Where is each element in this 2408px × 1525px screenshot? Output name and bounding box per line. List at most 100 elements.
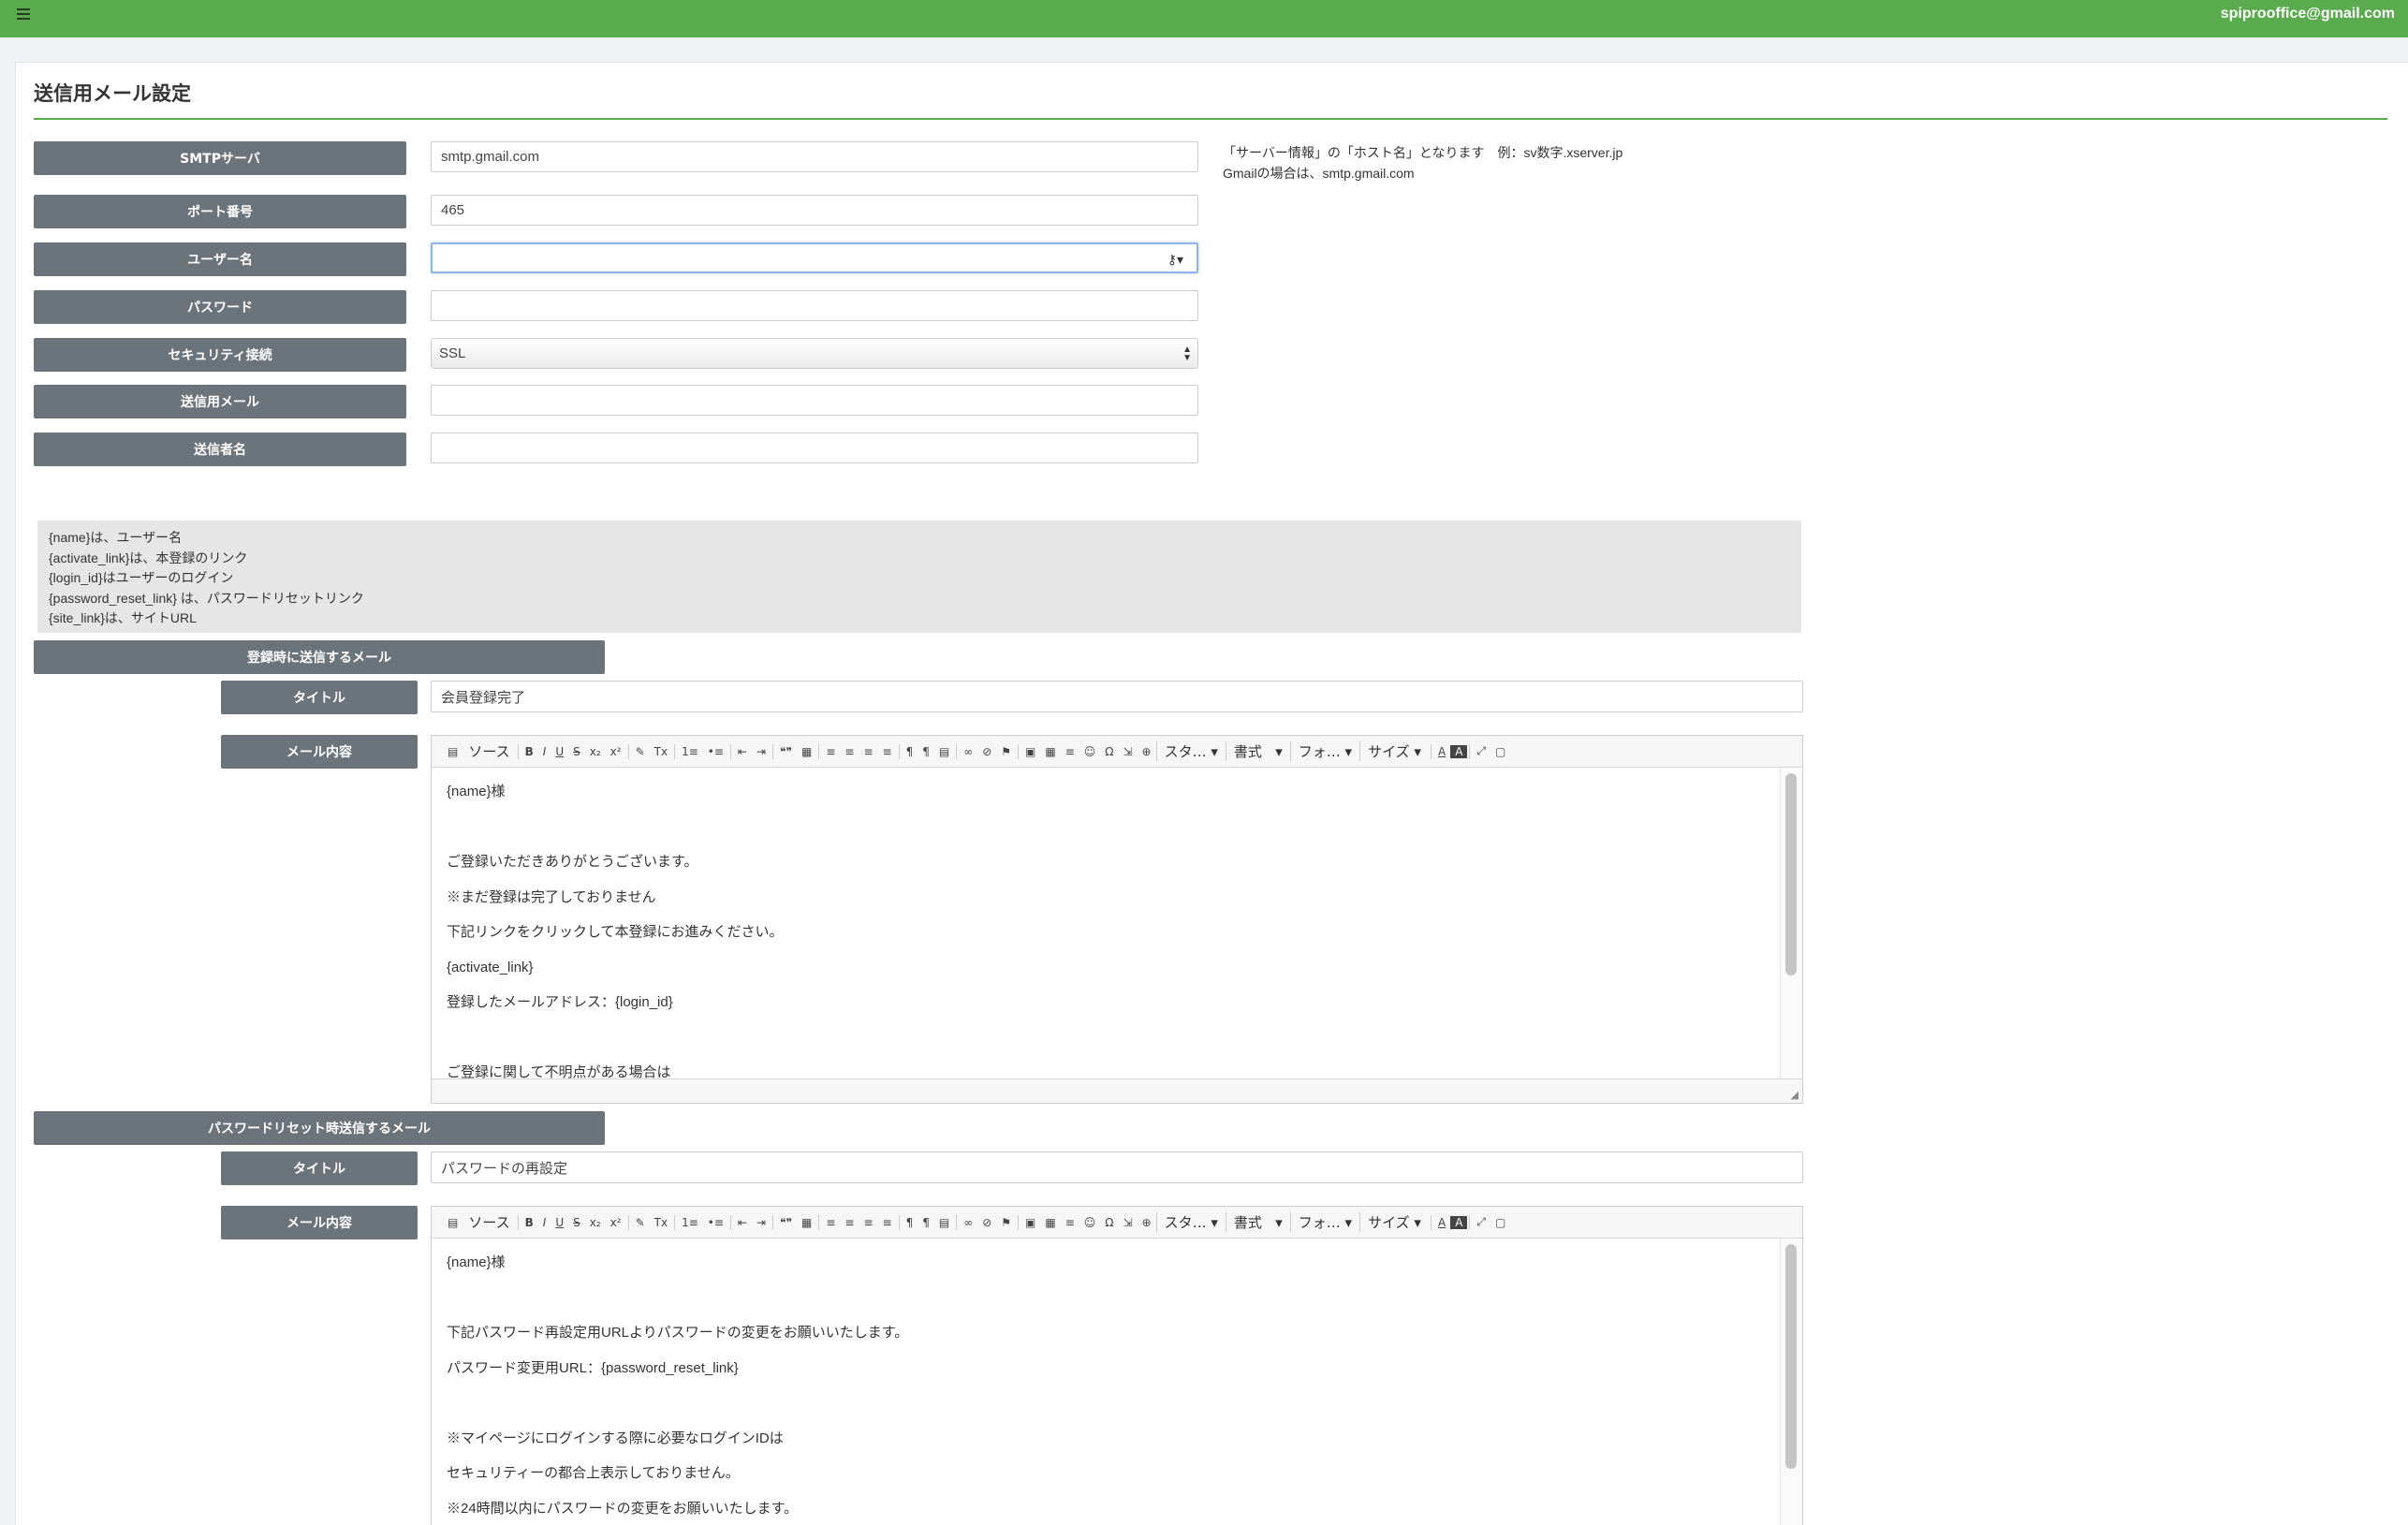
special-char-icon[interactable]: Ω (1100, 745, 1118, 758)
image-icon[interactable]: ▣ (1020, 745, 1040, 758)
table-icon[interactable]: ▦ (1040, 1216, 1060, 1229)
rtl-icon[interactable]: ¶ (918, 1216, 934, 1229)
sender-name-input[interactable] (431, 433, 1198, 463)
copy-format-icon[interactable]: ✎ (631, 745, 650, 758)
source-icon[interactable]: ▤ (443, 1216, 463, 1229)
source-button[interactable]: ソース (463, 1212, 515, 1232)
align-justify-icon[interactable]: ≡ (878, 1216, 897, 1229)
align-right-icon[interactable]: ≡ (859, 745, 877, 758)
copy-format-icon[interactable]: ✎ (631, 1216, 650, 1229)
language-icon[interactable]: ▤ (934, 1216, 954, 1229)
unlink-icon[interactable]: ⊘ (977, 745, 996, 758)
user-email[interactable]: spiprooffice@gmail.com (2221, 6, 2395, 22)
blockquote-icon[interactable]: ❝❞ (775, 745, 797, 758)
maximize-icon[interactable]: ⤢ (1472, 1215, 1490, 1229)
format-dropdown[interactable]: 書式 ▾ (1225, 1212, 1290, 1232)
format-dropdown[interactable]: 書式 ▾ (1225, 741, 1290, 761)
language-icon[interactable]: ▤ (934, 745, 954, 758)
outdent-icon[interactable]: ⇤ (733, 1216, 752, 1229)
indent-icon[interactable]: ⇥ (752, 1216, 771, 1229)
special-char-icon[interactable]: Ω (1100, 1216, 1118, 1229)
strike-button[interactable]: S (568, 1216, 585, 1229)
password-input[interactable] (431, 290, 1198, 321)
remove-format-icon[interactable]: Tx (650, 1216, 672, 1229)
page-break-icon[interactable]: ⇲ (1118, 1216, 1137, 1229)
font-dropdown[interactable]: フォ… ▾ (1289, 741, 1359, 761)
smiley-icon[interactable]: ☺ (1079, 1216, 1101, 1229)
reset-title-input[interactable]: パスワードの再設定 (431, 1151, 1803, 1183)
iframe-icon[interactable]: ⊕ (1138, 1216, 1156, 1229)
text-color-icon[interactable]: A (1433, 745, 1450, 758)
username-input[interactable]: ⚷▾ (431, 242, 1198, 273)
align-right-icon[interactable]: ≡ (859, 1216, 877, 1229)
bg-color-icon[interactable]: A (1450, 744, 1468, 758)
key-icon[interactable]: ⚷▾ (1167, 252, 1183, 268)
bold-button[interactable]: B (521, 745, 538, 758)
subscript-button[interactable]: x₂ (585, 1216, 606, 1229)
scroll-track[interactable] (1780, 1239, 1802, 1525)
resize-handle-icon[interactable]: ◢ (1791, 1089, 1799, 1101)
outdent-icon[interactable]: ⇤ (733, 745, 752, 758)
registration-body-content[interactable]: {name}様 ご登録いただきありがとうございます。 ※まだ登録は完了しておりま… (432, 768, 1802, 1078)
numbered-list-icon[interactable]: 1≡ (677, 1216, 703, 1229)
iframe-icon[interactable]: ⊕ (1138, 745, 1156, 758)
registration-title-input[interactable]: 会員登録完了 (431, 681, 1803, 712)
table-icon[interactable]: ▦ (1040, 745, 1060, 758)
italic-button[interactable]: I (538, 745, 551, 758)
superscript-button[interactable]: x² (606, 1216, 626, 1229)
page-break-icon[interactable]: ⇲ (1118, 745, 1137, 758)
unlink-icon[interactable]: ⊘ (977, 1216, 996, 1229)
align-left-icon[interactable]: ≡ (821, 1216, 840, 1229)
indent-icon[interactable]: ⇥ (752, 745, 771, 758)
div-container-icon[interactable]: ▦ (797, 745, 816, 758)
reset-body-content[interactable]: {name}様 下記パスワード再設定用URLよりパスワードの変更をお願いいたしま… (432, 1239, 1802, 1525)
link-icon[interactable]: ∞ (959, 745, 977, 758)
numbered-list-icon[interactable]: 1≡ (677, 745, 703, 758)
horizontal-line-icon[interactable]: ≡ (1061, 745, 1079, 758)
underline-button[interactable]: U (551, 745, 568, 758)
size-dropdown[interactable]: サイズ ▾ (1359, 1212, 1429, 1232)
hamburger-icon[interactable] (17, 6, 41, 28)
scrollbar-thumb[interactable] (1785, 1244, 1797, 1469)
show-blocks-icon[interactable]: ▢ (1490, 1216, 1510, 1229)
bullet-list-icon[interactable]: •≡ (703, 745, 728, 758)
underline-button[interactable]: U (551, 1216, 568, 1229)
security-select[interactable]: SSL ▲ ▼ (431, 338, 1198, 369)
ltr-icon[interactable]: ¶ (902, 745, 918, 758)
smiley-icon[interactable]: ☺ (1079, 745, 1101, 758)
text-color-icon[interactable]: A (1433, 1216, 1450, 1229)
blockquote-icon[interactable]: ❝❞ (775, 1216, 797, 1229)
strike-button[interactable]: S (568, 745, 585, 758)
align-left-icon[interactable]: ≡ (821, 745, 840, 758)
ltr-icon[interactable]: ¶ (902, 1216, 918, 1229)
reset-body-editor[interactable]: ▤ ソース B I U S x₂ x² ✎ Tx 1≡ •≡ ⇤ ⇥ ❝❞ ▦ ≡… (431, 1206, 1803, 1525)
maximize-icon[interactable]: ⤢ (1472, 744, 1490, 758)
superscript-button[interactable]: x² (606, 745, 626, 758)
image-icon[interactable]: ▣ (1020, 1216, 1040, 1229)
align-justify-icon[interactable]: ≡ (878, 745, 897, 758)
styles-dropdown[interactable]: スタ… ▾ (1155, 1212, 1226, 1232)
port-input[interactable]: 465 (431, 195, 1198, 226)
horizontal-line-icon[interactable]: ≡ (1061, 1216, 1079, 1229)
remove-format-icon[interactable]: Tx (650, 745, 672, 758)
smtp-server-input[interactable]: smtp.gmail.com (431, 141, 1198, 172)
anchor-icon[interactable]: ⚑ (996, 1216, 1016, 1229)
link-icon[interactable]: ∞ (959, 1216, 977, 1229)
align-center-icon[interactable]: ≡ (840, 1216, 859, 1229)
show-blocks-icon[interactable]: ▢ (1490, 745, 1510, 758)
align-center-icon[interactable]: ≡ (840, 745, 859, 758)
rtl-icon[interactable]: ¶ (918, 745, 934, 758)
source-icon[interactable]: ▤ (443, 745, 463, 758)
sender-mail-input[interactable] (431, 385, 1198, 416)
source-button[interactable]: ソース (463, 741, 515, 761)
bullet-list-icon[interactable]: •≡ (703, 1216, 728, 1229)
subscript-button[interactable]: x₂ (585, 745, 606, 758)
font-dropdown[interactable]: フォ… ▾ (1289, 1212, 1359, 1232)
registration-body-editor[interactable]: ▤ ソース B I U S x₂ x² ✎ Tx 1≡ •≡ ⇤ ⇥ ❝❞ ▦ ≡… (431, 735, 1803, 1104)
bg-color-icon[interactable]: A (1450, 1215, 1468, 1229)
anchor-icon[interactable]: ⚑ (996, 745, 1016, 758)
bold-button[interactable]: B (521, 1216, 538, 1229)
scroll-track[interactable] (1780, 768, 1802, 1078)
size-dropdown[interactable]: サイズ ▾ (1359, 741, 1429, 761)
scrollbar-thumb[interactable] (1785, 773, 1797, 975)
